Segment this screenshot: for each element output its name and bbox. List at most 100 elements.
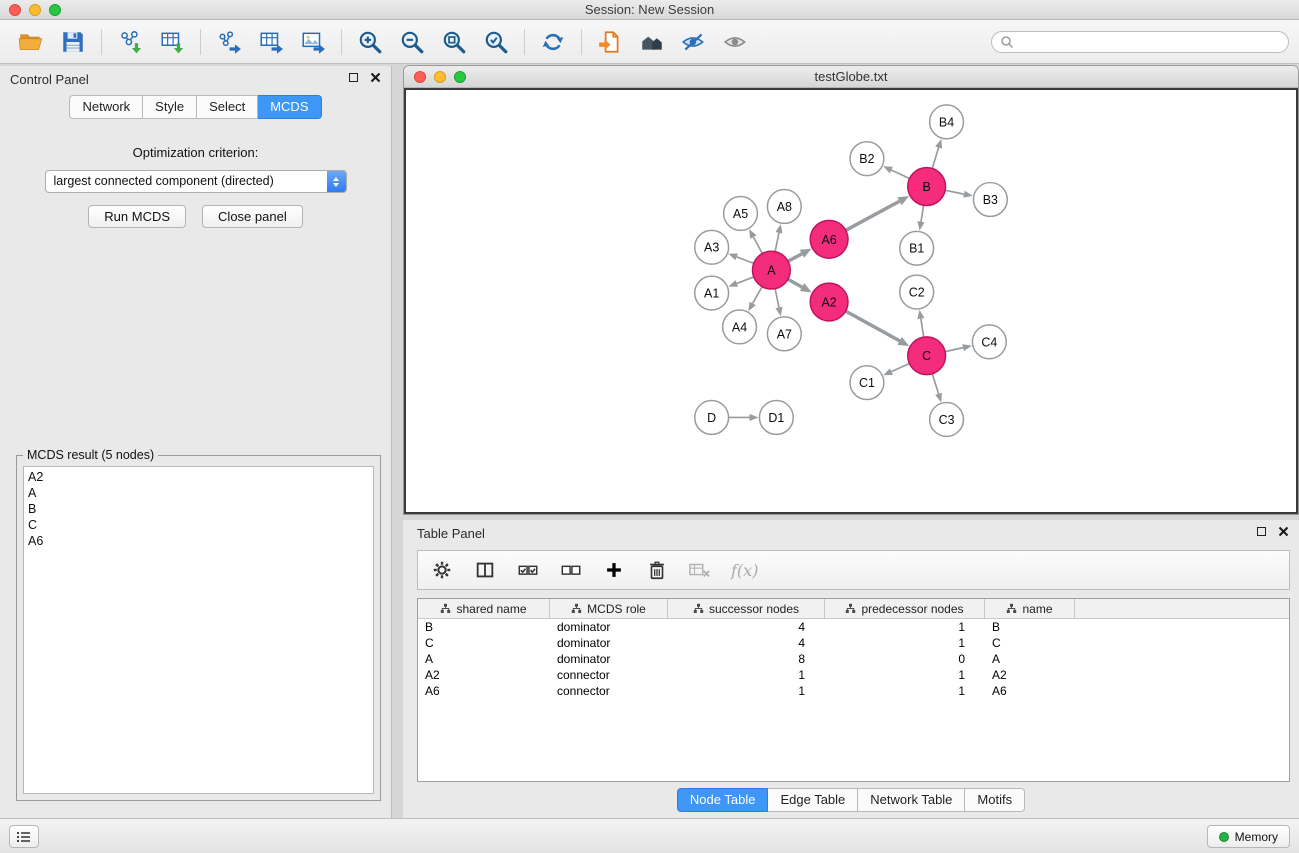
memory-button[interactable]: Memory: [1207, 825, 1290, 848]
table-row[interactable]: Adominator80A: [418, 651, 1289, 667]
node-C2[interactable]: C2: [900, 275, 934, 309]
result-item[interactable]: B: [24, 501, 373, 517]
node-B[interactable]: B: [908, 168, 946, 206]
hide-graphics-details-button[interactable]: [673, 25, 715, 59]
deselect-all-button[interactable]: [559, 558, 583, 582]
node-A8[interactable]: A8: [767, 190, 801, 224]
close-window-button[interactable]: [9, 4, 21, 16]
node-B2[interactable]: B2: [850, 142, 884, 176]
edge-A-A4[interactable]: [748, 287, 762, 312]
edge-C-C2[interactable]: [917, 310, 924, 337]
edge-A-A3[interactable]: [728, 254, 753, 264]
minimize-window-button[interactable]: [29, 4, 41, 16]
edge-D-D1[interactable]: [729, 414, 759, 421]
edge-C-C4[interactable]: [945, 344, 972, 351]
tab-edge-table[interactable]: Edge Table: [768, 788, 858, 812]
dropdown-stepper[interactable]: [327, 171, 346, 192]
edge-A-A7[interactable]: [775, 289, 782, 317]
column-header-shared-name[interactable]: shared name: [418, 599, 550, 618]
tab-motifs[interactable]: Motifs: [965, 788, 1025, 812]
mcds-result-list[interactable]: A2ABCA6: [23, 466, 374, 794]
node-A7[interactable]: A7: [767, 317, 801, 351]
network-minimize-button[interactable]: [434, 71, 446, 83]
node-A3[interactable]: A3: [695, 230, 729, 264]
run-mcds-button[interactable]: Run MCDS: [88, 205, 186, 228]
network-canvas[interactable]: B4B2BB3A8A5A6A3B1AA1C2A2A4A7C4CC1C3DD1: [404, 88, 1298, 514]
edge-A2-C[interactable]: [846, 311, 910, 346]
tab-mcds[interactable]: MCDS: [258, 95, 321, 119]
zoom-fit-button[interactable]: [433, 25, 475, 59]
network-close-button[interactable]: [414, 71, 426, 83]
node-A6[interactable]: A6: [810, 220, 848, 258]
column-header-predecessor-nodes[interactable]: predecessor nodes: [825, 599, 985, 618]
tab-network-table[interactable]: Network Table: [858, 788, 965, 812]
search-input[interactable]: [1014, 34, 1280, 50]
network-zoom-button[interactable]: [454, 71, 466, 83]
edge-B-B4[interactable]: [932, 139, 942, 168]
refresh-view-button[interactable]: [532, 25, 574, 59]
add-column-button[interactable]: [602, 558, 626, 582]
node-D[interactable]: D: [695, 401, 729, 435]
edge-C-C1[interactable]: [883, 364, 909, 376]
edge-B-B2[interactable]: [883, 166, 909, 178]
show-graphics-details-button[interactable]: [715, 25, 757, 59]
zoom-out-button[interactable]: [391, 25, 433, 59]
node-A4[interactable]: A4: [723, 310, 757, 344]
zoom-window-button[interactable]: [49, 4, 61, 16]
close-panel-button[interactable]: Close panel: [202, 205, 303, 228]
result-item[interactable]: A6: [24, 533, 373, 549]
node-A2[interactable]: A2: [810, 283, 848, 321]
node-C[interactable]: C: [908, 337, 946, 375]
edge-A-A2[interactable]: [788, 279, 812, 292]
save-session-button[interactable]: [52, 25, 94, 59]
delete-table-button[interactable]: [688, 558, 712, 582]
table-row[interactable]: Bdominator41B: [418, 619, 1289, 635]
import-table-button[interactable]: [151, 25, 193, 59]
column-header-name[interactable]: name: [985, 599, 1075, 618]
column-header-MCDS-role[interactable]: MCDS role: [550, 599, 668, 618]
float-panel-icon[interactable]: [349, 73, 358, 82]
close-table-panel-icon[interactable]: [1278, 526, 1289, 537]
edge-B-B1[interactable]: [917, 205, 924, 230]
result-item[interactable]: A: [24, 485, 373, 501]
node-B3[interactable]: B3: [973, 183, 1007, 217]
node-C4[interactable]: C4: [972, 325, 1006, 359]
zoom-in-button[interactable]: [349, 25, 391, 59]
node-A[interactable]: A: [752, 251, 790, 289]
tab-select[interactable]: Select: [197, 95, 258, 119]
zoom-selected-button[interactable]: [475, 25, 517, 59]
result-item[interactable]: A2: [24, 469, 373, 485]
optimization-criterion-dropdown[interactable]: largest connected component (directed): [45, 170, 347, 193]
edge-B-B3[interactable]: [945, 190, 973, 197]
import-network-button[interactable]: [109, 25, 151, 59]
result-item[interactable]: C: [24, 517, 373, 533]
open-document-button[interactable]: [589, 25, 631, 59]
node-C3[interactable]: C3: [930, 403, 964, 437]
edge-C-C3[interactable]: [932, 374, 942, 403]
edge-A-A5[interactable]: [749, 229, 762, 253]
function-builder-button[interactable]: f(x): [731, 558, 758, 582]
open-session-button[interactable]: [10, 25, 52, 59]
toolbar-search-field[interactable]: [991, 31, 1289, 53]
show-columns-button[interactable]: [473, 558, 497, 582]
float-table-panel-icon[interactable]: [1257, 527, 1266, 536]
home-view-button[interactable]: [631, 25, 673, 59]
table-settings-button[interactable]: [430, 558, 454, 582]
export-table-button[interactable]: [250, 25, 292, 59]
edge-A-A6[interactable]: [788, 249, 811, 262]
tab-node-table[interactable]: Node Table: [677, 788, 769, 812]
task-history-button[interactable]: [9, 825, 39, 848]
tab-style[interactable]: Style: [143, 95, 197, 119]
export-network-button[interactable]: [208, 25, 250, 59]
node-C1[interactable]: C1: [850, 366, 884, 400]
edge-A-A8[interactable]: [775, 224, 782, 252]
tab-network[interactable]: Network: [69, 95, 143, 119]
column-header-successor-nodes[interactable]: successor nodes: [668, 599, 825, 618]
delete-column-button[interactable]: [645, 558, 669, 582]
node-D1[interactable]: D1: [759, 401, 793, 435]
table-row[interactable]: A2connector11A2: [418, 667, 1289, 683]
node-A1[interactable]: A1: [695, 276, 729, 310]
table-row[interactable]: Cdominator41C: [418, 635, 1289, 651]
node-A5[interactable]: A5: [724, 196, 758, 230]
node-B4[interactable]: B4: [930, 105, 964, 139]
